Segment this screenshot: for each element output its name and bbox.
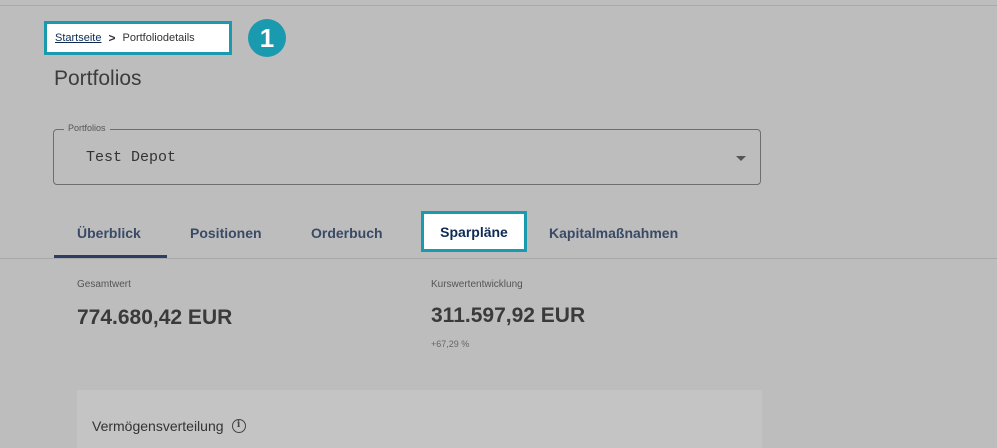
performance-label: Kurswertentwicklung bbox=[431, 279, 523, 290]
dropdown-arrow-icon bbox=[736, 156, 746, 161]
tab-positionen[interactable]: Positionen bbox=[190, 210, 262, 256]
tabs-divider bbox=[0, 258, 997, 259]
chevron-right-icon: > bbox=[108, 31, 116, 45]
performance-value: 311.597,92 EUR bbox=[431, 304, 586, 327]
tab-ueberblick[interactable]: Überblick bbox=[77, 210, 141, 256]
step-number-badge: 1 bbox=[248, 19, 286, 57]
breadcrumb-current: Portfoliodetails bbox=[122, 32, 195, 44]
info-icon[interactable]: i bbox=[231, 419, 246, 433]
portfolio-select-label: Portfolios bbox=[64, 123, 110, 133]
performance-percent: +67,29 % bbox=[431, 339, 470, 349]
tab-orderbuch[interactable]: Orderbuch bbox=[311, 210, 383, 256]
allocation-card: Vermögensverteilung i bbox=[77, 390, 762, 448]
total-value-label: Gesamtwert bbox=[77, 279, 131, 290]
tab-kapitalmassnahmen[interactable]: Kapitalmaßnahmen bbox=[549, 210, 678, 256]
breadcrumb: Startseite > Portfoliodetails bbox=[44, 21, 232, 55]
allocation-card-title-text: Vermögensverteilung bbox=[92, 418, 224, 434]
total-value: 774.680,42 EUR bbox=[77, 306, 233, 329]
breadcrumb-home-link[interactable]: Startseite bbox=[55, 32, 101, 44]
allocation-card-title: Vermögensverteilung i bbox=[92, 418, 246, 434]
portfolio-select-value: Test Depot bbox=[86, 149, 177, 166]
page-title: Portfolios bbox=[54, 67, 142, 90]
tab-sparplaene[interactable]: Sparpläne bbox=[421, 211, 527, 252]
portfolio-select[interactable]: Portfolios Test Depot bbox=[53, 123, 761, 185]
top-divider bbox=[0, 5, 997, 6]
